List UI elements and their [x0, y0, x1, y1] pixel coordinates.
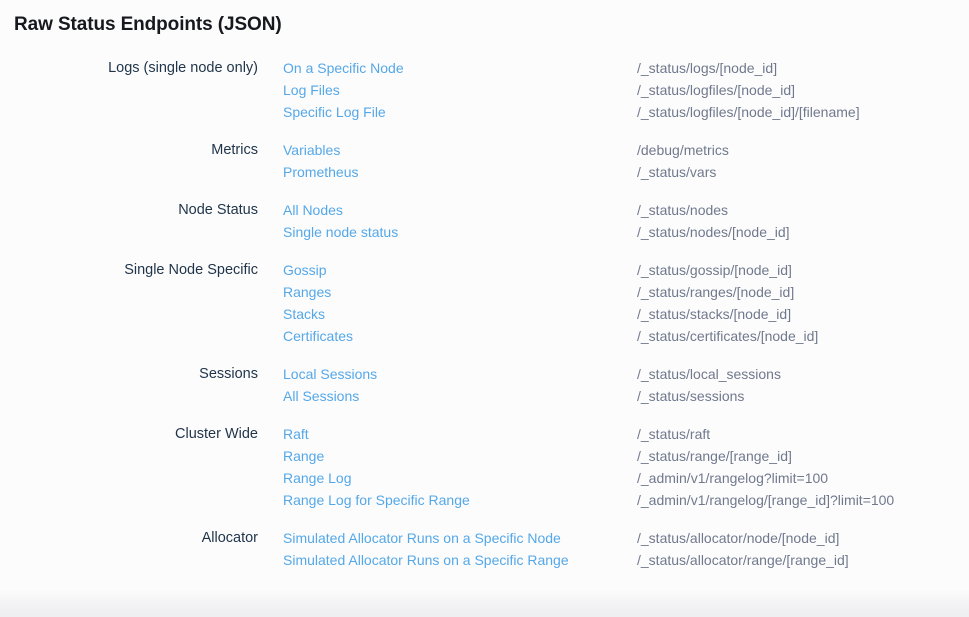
endpoint-group: Single Node Specific Gossip /_status/gos…	[0, 259, 969, 347]
category-label: Logs (single node only)	[0, 57, 258, 79]
endpoint-path: /_admin/v1/rangelog?limit=100	[637, 467, 969, 489]
page-title: Raw Status Endpoints (JSON)	[14, 14, 969, 36]
category-label: Sessions	[0, 363, 258, 385]
endpoint-link[interactable]: Log Files	[283, 79, 612, 101]
endpoint-path: /_status/raft	[637, 423, 969, 445]
endpoint-link[interactable]: Simulated Allocator Runs on a Specific R…	[283, 549, 612, 571]
endpoint-path: /_status/local_sessions	[637, 363, 969, 385]
endpoint-path: /_status/allocator/range/[range_id]	[637, 549, 969, 571]
endpoint-path: /debug/metrics	[637, 139, 969, 161]
footer-strip	[0, 591, 969, 617]
endpoint-link[interactable]: Gossip	[283, 259, 612, 281]
endpoint-link[interactable]: Single node status	[283, 221, 612, 243]
category-label: Metrics	[0, 139, 258, 161]
endpoint-group: Cluster Wide Raft /_status/raft Range /_…	[0, 423, 969, 511]
category-label: Single Node Specific	[0, 259, 258, 281]
category-label: Allocator	[0, 527, 258, 549]
endpoint-path: /_status/stacks/[node_id]	[637, 303, 969, 325]
category-label: Node Status	[0, 199, 258, 221]
endpoint-link[interactable]: Simulated Allocator Runs on a Specific N…	[283, 527, 612, 549]
endpoint-link[interactable]: Variables	[283, 139, 612, 161]
endpoint-link[interactable]: Raft	[283, 423, 612, 445]
endpoint-path: /_status/allocator/node/[node_id]	[637, 527, 969, 549]
endpoint-link[interactable]: Range Log	[283, 467, 612, 489]
endpoint-group: Sessions Local Sessions /_status/local_s…	[0, 363, 969, 407]
endpoint-path: /_status/nodes	[637, 199, 969, 221]
endpoint-path: /_status/logs/[node_id]	[637, 57, 969, 79]
endpoint-path: /_status/logfiles/[node_id]	[637, 79, 969, 101]
endpoint-link[interactable]: Range	[283, 445, 612, 467]
endpoint-group: Metrics Variables /debug/metrics Prometh…	[0, 139, 969, 183]
endpoint-link[interactable]: Local Sessions	[283, 363, 612, 385]
raw-status-endpoints-page: Raw Status Endpoints (JSON) Logs (single…	[0, 14, 969, 571]
endpoint-path: /_status/vars	[637, 161, 969, 183]
endpoint-link[interactable]: On a Specific Node	[283, 57, 612, 79]
endpoint-group: Allocator Simulated Allocator Runs on a …	[0, 527, 969, 571]
endpoint-link[interactable]: Certificates	[283, 325, 612, 347]
endpoint-link[interactable]: Prometheus	[283, 161, 612, 183]
endpoint-link[interactable]: All Sessions	[283, 385, 612, 407]
endpoint-path: /_status/certificates/[node_id]	[637, 325, 969, 347]
endpoint-path: /_status/ranges/[node_id]	[637, 281, 969, 303]
endpoint-path: /_status/nodes/[node_id]	[637, 221, 969, 243]
endpoint-link[interactable]: Stacks	[283, 303, 612, 325]
endpoint-link[interactable]: Ranges	[283, 281, 612, 303]
endpoint-group: Logs (single node only) On a Specific No…	[0, 57, 969, 123]
endpoint-groups: Logs (single node only) On a Specific No…	[0, 57, 969, 571]
endpoint-path: /_status/range/[range_id]	[637, 445, 969, 467]
endpoint-path: /_status/logfiles/[node_id]/[filename]	[637, 101, 969, 123]
endpoint-link[interactable]: Range Log for Specific Range	[283, 489, 612, 511]
endpoint-link[interactable]: Specific Log File	[283, 101, 612, 123]
category-label: Cluster Wide	[0, 423, 258, 445]
endpoint-path: /_status/sessions	[637, 385, 969, 407]
endpoint-group: Node Status All Nodes /_status/nodes Sin…	[0, 199, 969, 243]
endpoint-link[interactable]: All Nodes	[283, 199, 612, 221]
endpoint-path: /_status/gossip/[node_id]	[637, 259, 969, 281]
endpoint-path: /_admin/v1/rangelog/[range_id]?limit=100	[637, 489, 969, 511]
